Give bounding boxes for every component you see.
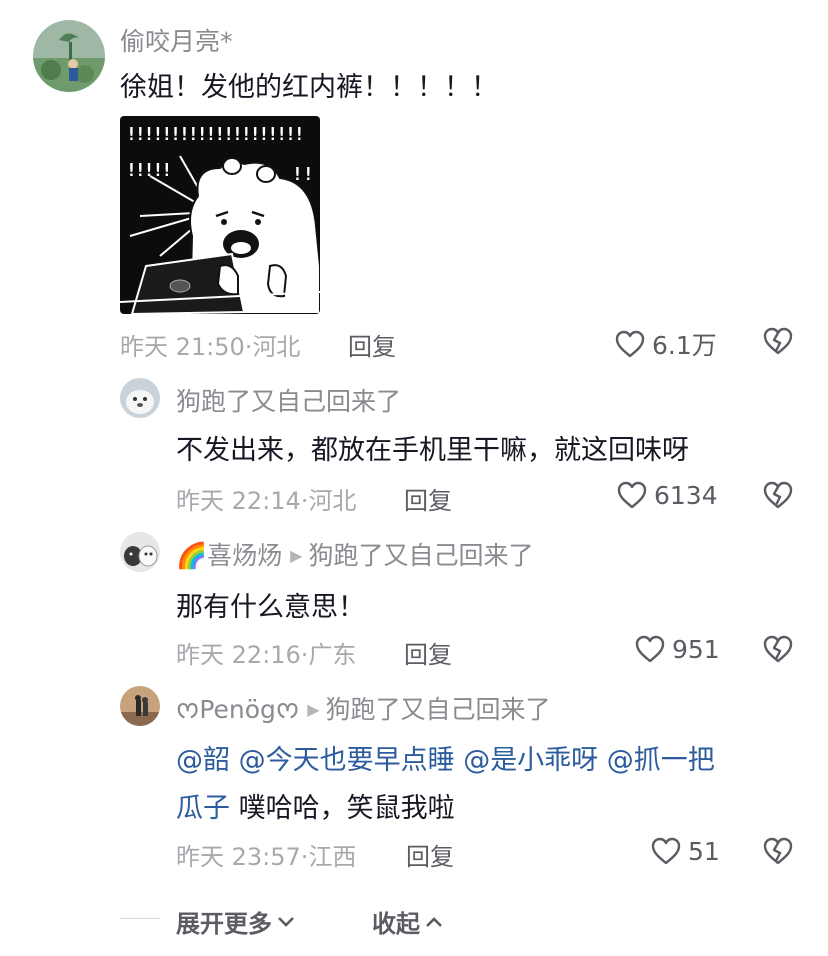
timestamp: 昨天 22:16 (176, 641, 301, 669)
comment-meta: 昨天 22:16·广东 (176, 641, 357, 669)
sticker-image[interactable]: !!!!!!!!!!!!!!!!!!!! !!!!! !! (120, 116, 320, 314)
comment-text: 不发出来，都放在手机里干嘛，就这回味呀 (176, 435, 689, 466)
comment-meta: 昨天 22:14·河北 (176, 487, 357, 515)
reply-button[interactable]: 回复 (404, 635, 452, 670)
avatar[interactable] (120, 378, 160, 418)
heart-icon (651, 837, 681, 865)
mention-link[interactable]: @今天也要早点睡 (239, 745, 455, 776)
location: 河北 (252, 333, 301, 361)
username-row: 🌈喜炀炀 ▶ 狗跑了又自己回来了 (176, 536, 533, 572)
username-row: ᰔPenögᰔ ▶ 狗跑了又自己回来了 (176, 690, 551, 730)
username[interactable]: ᰔPenögᰔ (176, 695, 299, 724)
heart-icon (615, 330, 645, 358)
reply-to-username[interactable]: 狗跑了又自己回来了 (326, 695, 551, 724)
timestamp: 昨天 22:14 (176, 487, 301, 515)
reply-button[interactable]: 回复 (404, 481, 452, 516)
broken-heart-icon[interactable] (762, 480, 794, 510)
reply-button[interactable]: 回复 (348, 327, 396, 362)
username[interactable]: 偷咬月亮* (120, 22, 233, 58)
reply-button[interactable]: 回复 (406, 837, 454, 872)
play-triangle-icon: ▶ (290, 546, 303, 565)
username[interactable]: 狗跑了又自己回来了 (176, 382, 401, 418)
broken-heart-icon[interactable] (762, 836, 794, 866)
mention-link[interactable]: 瓜子 (176, 793, 230, 824)
like-button[interactable]: 6.1万 (614, 326, 717, 362)
avatar[interactable] (120, 532, 160, 572)
comment-meta: 昨天 23:57·江西 (176, 843, 357, 871)
heart-icon (635, 635, 665, 663)
play-triangle-icon: ▶ (307, 700, 320, 719)
expand-label: 展开更多 (176, 910, 272, 938)
comment-text: @韶 @今天也要早点睡 @是小乖呀 @抓一把 瓜子 噗哈哈，笑鼠我啦 (176, 737, 715, 833)
divider (120, 918, 160, 919)
expand-more-button[interactable]: 展开更多 (176, 904, 296, 939)
mention-link[interactable]: @韶 (176, 745, 230, 776)
chevron-down-icon (278, 916, 294, 927)
like-count: 6134 (654, 480, 718, 510)
like-count: 951 (672, 634, 720, 664)
broken-heart-icon[interactable] (762, 326, 794, 356)
avatar[interactable] (120, 686, 160, 726)
heart-icon (617, 481, 647, 509)
chevron-up-icon (426, 916, 442, 927)
like-count: 51 (688, 836, 720, 866)
comment-text: 那有什么意思！ (176, 592, 365, 623)
like-count: 6.1万 (652, 331, 717, 360)
collapse-button[interactable]: 收起 (372, 904, 444, 939)
comment-text-tail: 噗哈哈，笑鼠我啦 (230, 793, 455, 824)
like-button[interactable]: 6134 (616, 480, 718, 510)
collapse-label: 收起 (372, 910, 420, 938)
location: 广东 (308, 641, 357, 669)
avatar[interactable] (33, 20, 105, 92)
reply-to-username[interactable]: 狗跑了又自己回来了 (308, 541, 533, 570)
timestamp: 昨天 21:50 (120, 333, 245, 361)
timestamp: 昨天 23:57 (176, 843, 301, 871)
mention-link[interactable]: @是小乖呀 (463, 745, 598, 776)
location: 江西 (308, 843, 357, 871)
comment-meta: 昨天 21:50·河北 (120, 333, 301, 361)
comment-text: 徐姐！发他的红内裤！！！！！ (120, 72, 498, 103)
mention-link[interactable]: @抓一把 (607, 745, 715, 776)
svg-text:!!: !! (292, 164, 314, 185)
like-button[interactable]: 51 (650, 836, 720, 866)
like-button[interactable]: 951 (634, 634, 720, 664)
username[interactable]: 🌈喜炀炀 (176, 541, 282, 570)
broken-heart-icon[interactable] (762, 634, 794, 664)
location: 河北 (308, 487, 357, 515)
